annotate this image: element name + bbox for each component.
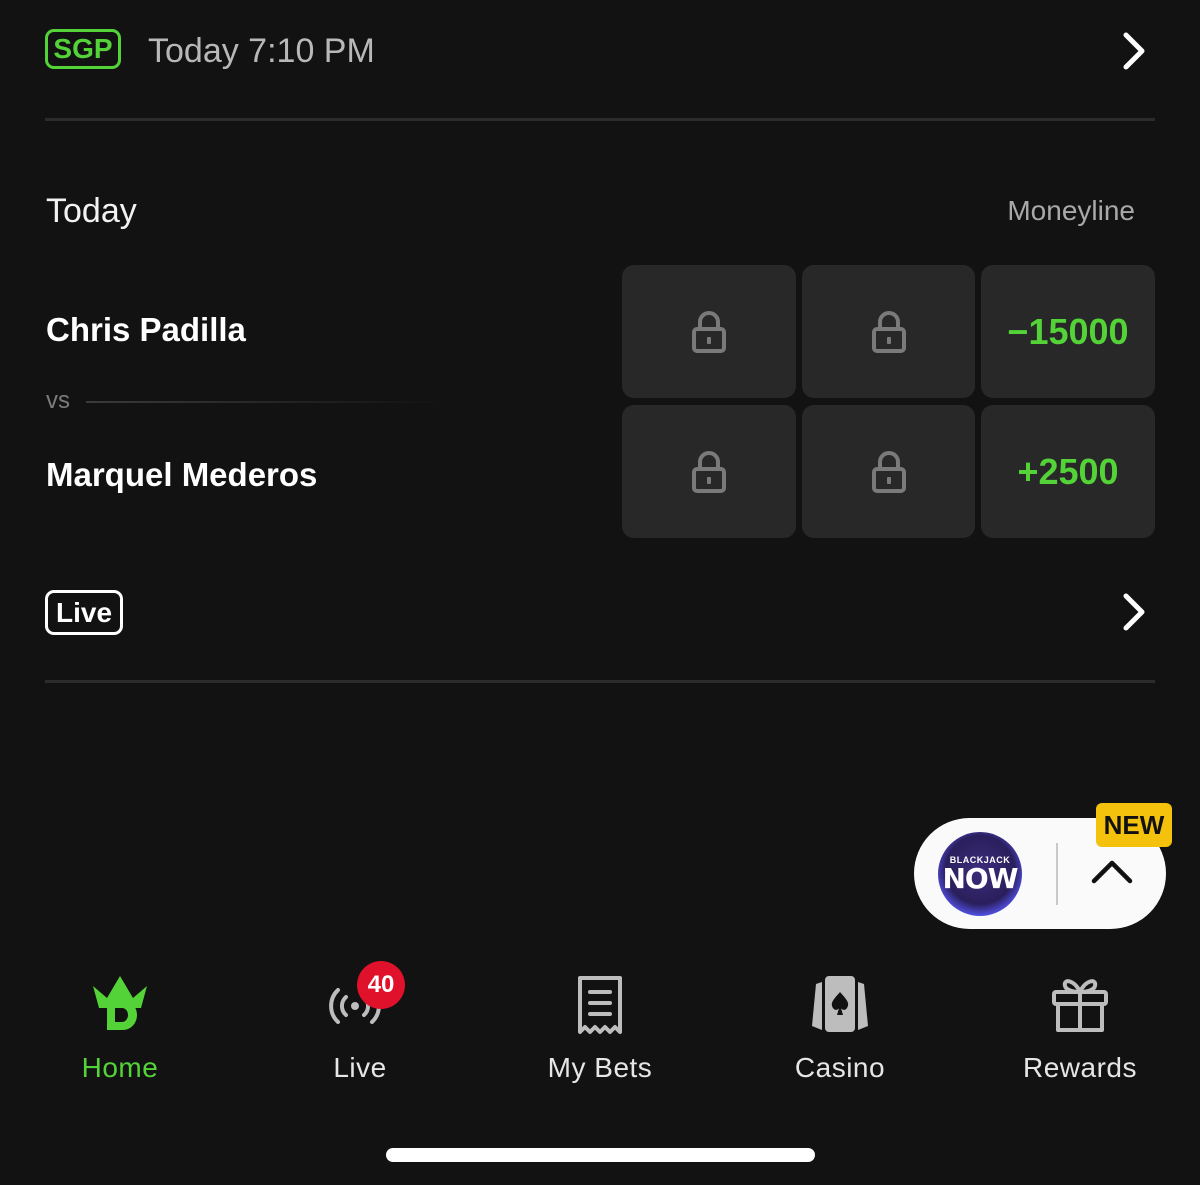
- nav-casino[interactable]: Casino: [720, 970, 960, 1084]
- sgp-badge[interactable]: SGP: [45, 29, 121, 69]
- logo-big-text: NOW: [942, 862, 1018, 895]
- locked-cell-a2: [802, 265, 975, 398]
- locked-cell-b2: [802, 405, 975, 538]
- moneyline-team-a-button[interactable]: −15000: [981, 265, 1155, 398]
- team-b-name: Marquel Mederos: [46, 456, 318, 493]
- vs-divider: [86, 401, 446, 403]
- nav-my-bets[interactable]: My Bets: [480, 970, 720, 1084]
- locked-cell-a1: [622, 265, 796, 398]
- home-crown-icon: [93, 976, 147, 1030]
- receipt-icon: [578, 976, 622, 1034]
- nav-casino-label: Casino: [794, 1052, 886, 1083]
- team-a-odds: −15000: [1007, 310, 1129, 352]
- vs-label: vs: [46, 387, 70, 414]
- nav-rewards[interactable]: Rewards: [960, 970, 1200, 1084]
- new-badge: NEW: [1096, 803, 1172, 847]
- live-count-badge: 40: [357, 961, 405, 1009]
- nav-live-label: Live: [333, 1052, 387, 1083]
- nav-home-label: Home: [81, 1052, 159, 1083]
- blackjack-now-logo[interactable]: BLACKJACK NOW: [938, 832, 1022, 916]
- lock-icon: [692, 310, 726, 353]
- chevron-up-icon[interactable]: [1090, 856, 1134, 886]
- event-time: Today 7:10 PM: [148, 32, 375, 70]
- divider: [45, 680, 1155, 683]
- lock-icon: [692, 450, 726, 493]
- nav-rewards-label: Rewards: [1023, 1052, 1137, 1083]
- lock-icon: [871, 310, 906, 353]
- gift-icon: [1052, 979, 1108, 1032]
- chevron-right-icon[interactable]: [1120, 31, 1148, 71]
- moneyline-header: Moneyline: [1007, 195, 1135, 226]
- home-indicator[interactable]: [386, 1148, 815, 1162]
- casino-cards-icon: [812, 976, 868, 1032]
- locked-cell-b1: [622, 405, 796, 538]
- live-badge[interactable]: Live: [45, 590, 123, 635]
- team-b-odds: +2500: [1017, 450, 1119, 492]
- section-title: Today: [46, 192, 137, 230]
- lock-icon: [871, 450, 906, 493]
- moneyline-team-b-button[interactable]: +2500: [981, 405, 1155, 538]
- divider: [45, 118, 1155, 121]
- nav-my-bets-label: My Bets: [547, 1052, 653, 1083]
- nav-live[interactable]: 40 Live: [240, 961, 480, 1084]
- chevron-right-icon[interactable]: [1120, 592, 1148, 632]
- widget-separator: [1056, 843, 1058, 905]
- team-a-name: Chris Padilla: [46, 311, 246, 348]
- nav-home[interactable]: Home: [0, 970, 240, 1084]
